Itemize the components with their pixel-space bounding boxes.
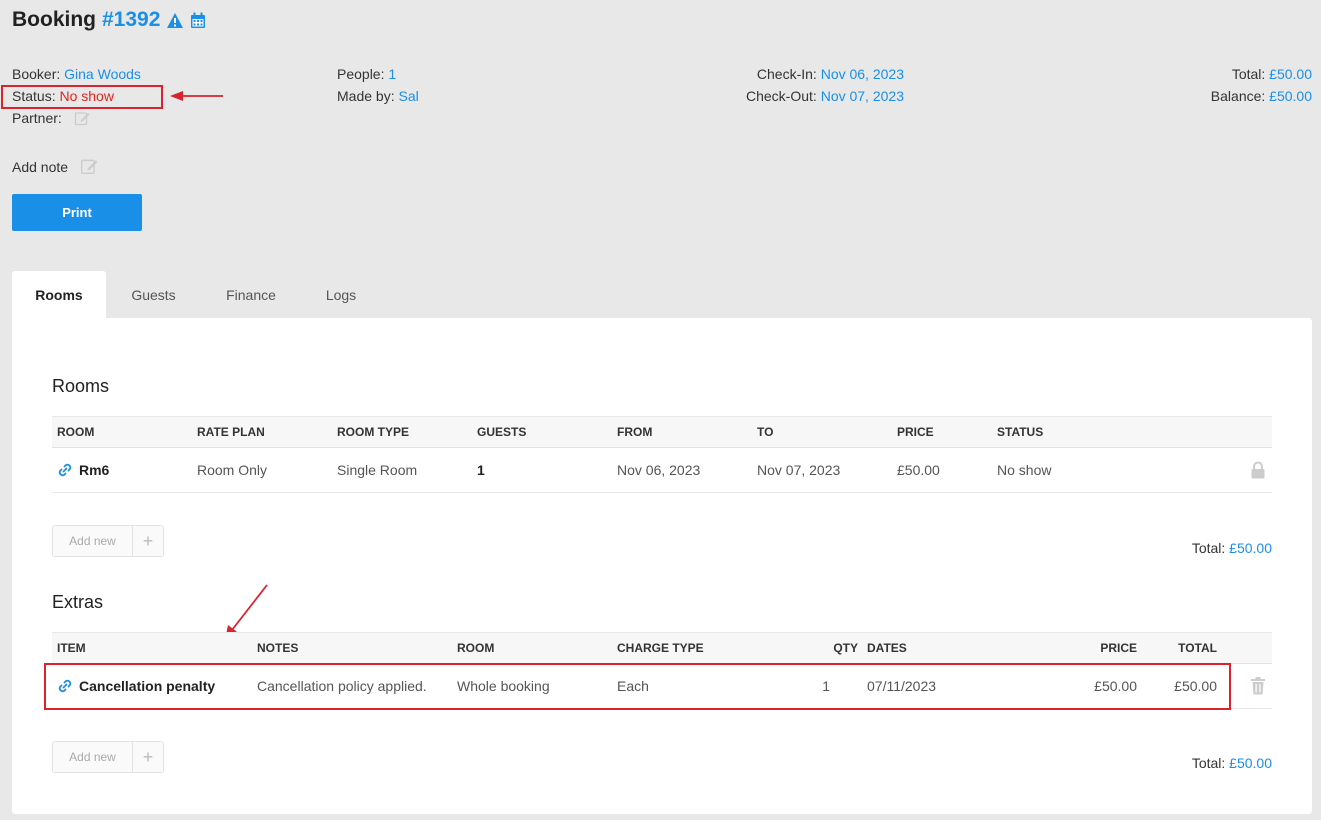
booking-info-totals: Total: £50.00 Balance: £50.00 <box>1210 66 1312 104</box>
to-cell: Nov 07, 2023 <box>757 462 841 478</box>
rooms-total: Total: £50.00 <box>1191 540 1272 556</box>
col-price: PRICE <box>1100 641 1137 655</box>
col-room: ROOM <box>57 425 95 439</box>
col-charge-type: CHARGE TYPE <box>617 641 704 655</box>
extras-total-value: £50.00 <box>1229 755 1272 771</box>
booker-link[interactable]: Gina Woods <box>64 66 141 82</box>
booking-number: #1392 <box>102 8 161 31</box>
rooms-total-value: £50.00 <box>1229 540 1272 556</box>
col-status: STATUS <box>997 425 1044 439</box>
status-annotation-box <box>1 85 163 109</box>
warning-icon[interactable] <box>166 12 184 29</box>
trash-icon[interactable] <box>1250 677 1266 695</box>
status-cell: No show <box>997 462 1052 478</box>
edit-icon[interactable] <box>80 157 98 175</box>
from-cell: Nov 06, 2023 <box>617 462 701 478</box>
rate-plan-cell: Room Only <box>197 462 268 478</box>
col-guests: GUESTS <box>477 425 527 439</box>
col-room: ROOM <box>457 641 495 655</box>
extras-section-title: Extras <box>52 592 104 612</box>
arrow-annotation <box>170 91 223 101</box>
rooms-section-title: Rooms <box>52 376 110 396</box>
plus-icon[interactable]: + <box>133 742 163 772</box>
price-cell: £50.00 <box>897 462 940 478</box>
col-to: TO <box>757 425 774 439</box>
delete-cell[interactable] <box>1250 664 1266 708</box>
add-note[interactable]: Add note <box>12 157 98 175</box>
col-notes: NOTES <box>257 641 299 655</box>
lock-icon[interactable] <box>1250 461 1266 479</box>
add-room-button[interactable]: Add new + <box>52 525 164 557</box>
partner-row: Partner: <box>12 107 141 129</box>
tab-finance[interactable]: Finance <box>201 271 301 318</box>
col-total: TOTAL <box>1178 641 1217 655</box>
calendar-icon[interactable] <box>190 12 206 29</box>
table-row[interactable]: Rm6 Room Only Single Room 1 Nov 06, 2023… <box>52 448 1272 493</box>
link-icon[interactable] <box>57 462 73 478</box>
page-title: Booking #1392 <box>12 8 206 32</box>
rooms-table-header: ROOM RATE PLAN ROOM TYPE GUESTS FROM TO … <box>52 416 1272 448</box>
col-qty: QTY <box>833 641 858 655</box>
col-from: FROM <box>617 425 653 439</box>
people-value: 1 <box>388 66 397 82</box>
col-room-type: ROOM TYPE <box>337 425 410 439</box>
add-extra-button[interactable]: Add new + <box>52 741 164 773</box>
tab-bar: Rooms Guests Finance Logs <box>12 271 381 318</box>
print-button[interactable]: Print <box>12 194 142 231</box>
room-cell[interactable]: Rm6 <box>57 448 109 492</box>
plus-icon[interactable]: + <box>133 526 163 556</box>
add-room-label: Add new <box>53 526 133 556</box>
tab-guests[interactable]: Guests <box>106 271 201 318</box>
checkin-value[interactable]: Nov 06, 2023 <box>821 66 904 82</box>
lock-cell <box>1250 448 1266 492</box>
title-prefix: Booking <box>12 8 96 31</box>
tab-logs[interactable]: Logs <box>301 271 381 318</box>
add-extra-label: Add new <box>53 742 133 772</box>
col-rate-plan: RATE PLAN <box>197 425 265 439</box>
booker-row: Booker: Gina Woods <box>12 66 141 82</box>
balance-value: £50.00 <box>1269 88 1312 104</box>
col-price: PRICE <box>897 425 934 439</box>
booking-info-mid: People: 1 Made by: Sal <box>337 66 419 104</box>
col-dates: DATES <box>867 641 907 655</box>
guests-cell: 1 <box>477 462 485 478</box>
extras-total: Total: £50.00 <box>1191 755 1272 771</box>
extras-table-header: ITEM NOTES ROOM CHARGE TYPE QTY DATES PR… <box>52 632 1272 664</box>
extras-row-annotation-box <box>44 663 1231 710</box>
tab-rooms[interactable]: Rooms <box>12 271 106 318</box>
booking-info-dates: Check-In: Nov 06, 2023 Check-Out: Nov 07… <box>746 66 904 104</box>
tab-panel-rooms: Rooms ROOM RATE PLAN ROOM TYPE GUESTS FR… <box>12 318 1312 814</box>
total-value: £50.00 <box>1269 66 1312 82</box>
checkout-value[interactable]: Nov 07, 2023 <box>821 88 904 104</box>
room-name[interactable]: Rm6 <box>79 462 109 478</box>
made-by-value[interactable]: Sal <box>398 88 418 104</box>
col-item: ITEM <box>57 641 86 655</box>
room-type-cell: Single Room <box>337 462 418 478</box>
edit-icon[interactable] <box>74 110 90 126</box>
